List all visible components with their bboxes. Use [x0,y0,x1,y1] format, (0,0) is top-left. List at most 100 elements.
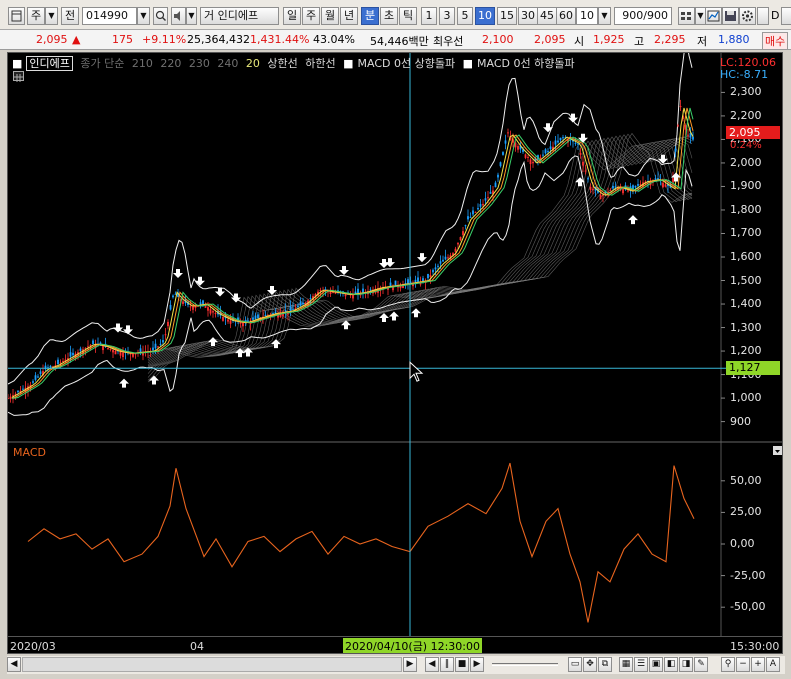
candle-body [447,257,449,259]
grid-settings-icon[interactable] [678,7,695,25]
sell-signal-arrow [417,253,427,263]
price-axis-label: 1,700 [730,226,762,240]
buy-signal-arrow [379,312,389,322]
stock-code-dropdown-chevron-icon[interactable]: ▼ [137,7,150,25]
cursor-price-box: 1,127 [726,361,780,375]
checkbox-d[interactable] [757,7,769,25]
list-view-icon[interactable]: ☰ [634,657,648,672]
save-icon[interactable] [722,7,739,25]
period-second-button[interactable]: 초 [380,7,398,25]
candle-body [587,178,589,180]
chart-canvas[interactable] [8,53,783,654]
interval-1-button[interactable]: 1 [421,7,437,25]
pan-icon[interactable]: ✥ [583,657,597,672]
interval-input[interactable]: 10 [576,7,598,25]
candle-body [487,197,489,199]
price-axis-label: 900 [730,414,751,428]
legend-stock-box[interactable]: 인디에프 [26,56,73,71]
candle-body [344,294,347,297]
zoom-region-icon[interactable]: ▭ [568,657,582,672]
table-view-icon[interactable] [13,71,24,82]
play-icon[interactable]: ▶ [470,657,484,672]
candle-body [394,280,397,286]
candle-body [152,347,154,351]
macd-panel-title: MACD [13,446,46,459]
snapshot-icon[interactable]: ▣ [649,657,663,672]
period-day-button[interactable]: 일 [283,7,301,25]
checkbox-c[interactable] [781,7,791,25]
candle-body [164,334,167,336]
period-year-button[interactable]: 년 [340,7,358,25]
speaker-dropdown-chevron-icon[interactable]: ▼ [186,7,197,25]
candle-body [507,132,509,134]
legend-square-icon: ■ [12,57,23,70]
candle-body [457,242,459,245]
count-field[interactable]: 900/900 [614,7,672,25]
text-tool-icon[interactable]: A [766,657,780,672]
macd-line [27,462,695,623]
candle-body [252,317,254,320]
grid-view-icon[interactable]: ▦ [619,657,633,672]
candle-body [429,275,432,277]
tools-icon[interactable]: ✎ [694,657,708,672]
interval-5-button[interactable]: 5 [457,7,473,25]
current-price: 2,095 [36,33,68,46]
candle-body [459,237,462,241]
next-view-icon[interactable]: ◨ [679,657,693,672]
buy-signal-arrow [411,308,421,318]
speed-slider[interactable] [492,663,558,666]
candle-body [462,231,464,235]
sell-signal-arrow [123,325,133,335]
price-axis-label: 2,000 [730,155,762,169]
zoom-in-icon[interactable]: + [751,657,765,672]
stock-code-input[interactable]: 014990 [82,7,137,25]
stop-icon[interactable]: ■ [455,657,469,672]
zoom-out-icon[interactable]: − [736,657,750,672]
period-week-button[interactable]: 주 [302,7,320,25]
candle-body [622,188,624,194]
window-icon[interactable] [8,7,25,25]
chart-settings-icon[interactable] [705,7,722,25]
buy-button[interactable]: 매수 [762,32,789,50]
chart-area[interactable]: ■ 인디에프 종가 단순 210 220 230 240 20 상한선 하한선 ■… [7,52,783,654]
play-back-icon[interactable]: ◀ [425,657,439,672]
period-tick-button[interactable]: 틱 [399,7,417,25]
interval-45-button[interactable]: 45 [537,7,557,25]
sell-signal-arrow [195,276,205,286]
scroll-right-icon[interactable]: ▶ [403,657,417,672]
mode-button[interactable]: 주 [27,7,45,25]
period-month-button[interactable]: 월 [321,7,339,25]
interval-3-button[interactable]: 3 [439,7,455,25]
candle-body [427,273,429,279]
stock-name-field[interactable]: 거 인디에프 [200,7,279,25]
candle-body [547,151,549,153]
legend-ma-240: 240 [217,57,239,70]
candle-body [274,311,277,314]
prev-view-icon[interactable]: ◧ [664,657,678,672]
open-price: 1,925 [593,33,625,46]
scroll-track[interactable] [22,657,402,672]
interval-15-button[interactable]: 15 [497,7,517,25]
interval-10-button[interactable]: 10 [475,7,495,25]
scope-button[interactable]: 전 [61,7,79,25]
candle-body [599,194,602,200]
interval-dropdown-chevron-icon[interactable]: ▼ [598,7,611,25]
change-value: 175 [112,33,133,46]
interval-60-button[interactable]: 60 [556,7,576,25]
mode-dropdown-chevron-icon[interactable]: ▼ [45,7,58,25]
macd-axis-label: 25,00 [730,505,762,519]
macd-panel-close-icon[interactable] [773,446,782,455]
scroll-left-icon[interactable]: ◀ [7,657,21,672]
pause-icon[interactable]: ‖ [440,657,454,672]
legend-upper-band: 상한선 [267,57,298,70]
sell-signal-arrow [385,258,395,268]
period-minute-button[interactable]: 분 [361,7,379,25]
search-icon[interactable] [153,7,168,25]
zoom-search-icon[interactable]: ⚲ [721,657,735,672]
copy-icon[interactable]: ⧉ [598,657,612,672]
interval-30-button[interactable]: 30 [518,7,538,25]
gear-icon[interactable] [739,7,756,25]
speaker-icon[interactable] [171,7,186,25]
legend-ma-label: 종가 단순 [80,57,125,70]
time-axis-end: 15:30:00 [730,640,780,653]
